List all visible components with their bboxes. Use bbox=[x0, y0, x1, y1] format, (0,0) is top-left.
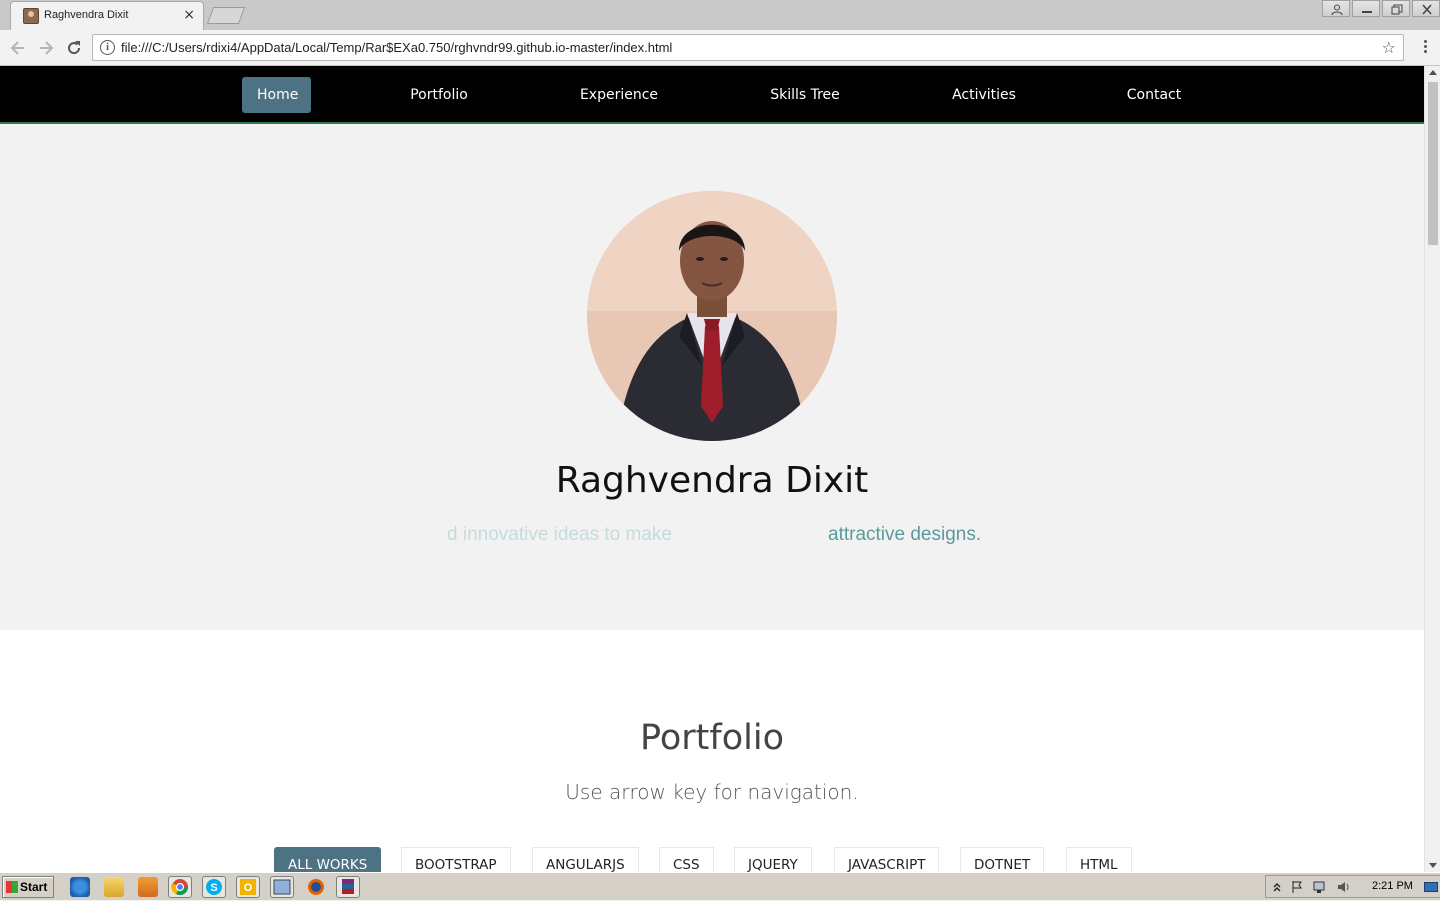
tagline-highlight: attractive designs. bbox=[828, 524, 982, 545]
filter-css[interactable]: CSS bbox=[659, 847, 714, 872]
skype-taskbar-button[interactable]: S bbox=[202, 876, 226, 898]
system-tray: 2:21 PM bbox=[1265, 875, 1440, 898]
browser-toolbar: i file:///C:/Users/rdixi4/AppData/Local/… bbox=[0, 30, 1440, 66]
close-window-button[interactable] bbox=[1412, 0, 1440, 17]
restore-icon bbox=[1391, 4, 1403, 15]
svg-text:S: S bbox=[210, 882, 217, 894]
filter-angularjs[interactable]: ANGULARJS bbox=[532, 847, 639, 872]
action-center-flag-icon[interactable] bbox=[1290, 880, 1304, 894]
scroll-thumb[interactable] bbox=[1428, 82, 1438, 245]
nav-home[interactable]: Home bbox=[242, 77, 311, 113]
chrome-taskbar-button[interactable] bbox=[168, 876, 192, 898]
windows-logo-icon bbox=[6, 881, 18, 893]
chrome-icon bbox=[171, 879, 189, 896]
user-icon bbox=[1331, 4, 1343, 15]
address-bar[interactable]: i file:///C:/Users/rdixi4/AppData/Local/… bbox=[92, 34, 1404, 61]
skype-icon: S bbox=[206, 879, 222, 895]
url-text[interactable]: file:///C:/Users/rdixi4/AppData/Local/Te… bbox=[121, 40, 672, 55]
portfolio-title: Portfolio bbox=[640, 718, 784, 758]
svg-text:O: O bbox=[244, 882, 253, 894]
browser-tab[interactable]: Raghvendra Dixit × bbox=[10, 1, 204, 30]
bookmark-star-icon[interactable]: ☆ bbox=[1382, 38, 1396, 57]
page-scrollbar[interactable] bbox=[1424, 66, 1440, 872]
window-controls bbox=[1320, 0, 1440, 18]
scroll-down-arrow-icon[interactable] bbox=[1429, 863, 1437, 868]
taskbar-clock[interactable]: 2:21 PM bbox=[1372, 880, 1413, 892]
hero-section: Raghvendra Dixit d innovative ideas to m… bbox=[0, 126, 1424, 630]
filter-dotnet[interactable]: DOTNET bbox=[960, 847, 1045, 872]
winrar-icon bbox=[342, 879, 354, 894]
profile-button[interactable] bbox=[1322, 0, 1350, 17]
show-desktop-icon[interactable] bbox=[1424, 882, 1438, 892]
portfolio-section: Portfolio Use arrow key for navigation. … bbox=[0, 630, 1424, 872]
filter-all-works[interactable]: ALL WORKS bbox=[274, 847, 382, 872]
volume-icon[interactable] bbox=[1336, 880, 1352, 894]
tagline-faded: d innovative ideas to make bbox=[447, 524, 672, 545]
hero-name: Raghvendra Dixit bbox=[555, 460, 869, 501]
app-taskbar-button[interactable] bbox=[270, 876, 294, 898]
tab-title: Raghvendra Dixit bbox=[44, 9, 129, 21]
media-player-icon[interactable] bbox=[138, 877, 158, 897]
nav-skills-tree[interactable]: Skills Tree bbox=[760, 77, 850, 113]
portfolio-subtitle: Use arrow key for navigation. bbox=[565, 780, 859, 804]
browser-tab-strip: Raghvendra Dixit × bbox=[0, 0, 1440, 30]
nav-activities[interactable]: Activities bbox=[942, 77, 1026, 113]
firefox-icon[interactable] bbox=[306, 877, 326, 897]
back-arrow-icon[interactable] bbox=[8, 38, 28, 58]
favicon-icon bbox=[23, 8, 39, 24]
nav-contact[interactable]: Contact bbox=[1118, 77, 1190, 113]
filter-jquery[interactable]: JQUERY bbox=[734, 847, 812, 872]
internet-explorer-icon[interactable] bbox=[70, 877, 90, 897]
reload-icon[interactable] bbox=[64, 38, 84, 58]
info-icon[interactable]: i bbox=[100, 40, 115, 55]
start-label: Start bbox=[20, 880, 48, 894]
filter-javascript[interactable]: JAVASCRIPT bbox=[834, 847, 940, 872]
tab-close-button[interactable]: × bbox=[183, 7, 195, 23]
network-icon[interactable] bbox=[1312, 880, 1328, 894]
browser-menu-icon[interactable] bbox=[1424, 40, 1428, 55]
outlook-taskbar-button[interactable]: O bbox=[236, 876, 260, 898]
forward-arrow-icon[interactable] bbox=[36, 38, 56, 58]
minimize-button[interactable] bbox=[1352, 0, 1380, 17]
profile-photo bbox=[587, 191, 837, 441]
show-hidden-icons-icon[interactable] bbox=[1272, 881, 1282, 893]
taskbar: Start S O 2:21 PM bbox=[0, 872, 1440, 900]
nav-experience[interactable]: Experience bbox=[570, 77, 668, 113]
file-explorer-icon[interactable] bbox=[104, 877, 124, 897]
minimize-icon bbox=[1362, 11, 1372, 13]
nav-portfolio[interactable]: Portfolio bbox=[398, 77, 480, 113]
page-viewport: Home Portfolio Experience Skills Tree Ac… bbox=[0, 66, 1424, 872]
restore-button[interactable] bbox=[1382, 0, 1410, 17]
scroll-up-arrow-icon[interactable] bbox=[1429, 70, 1437, 75]
start-button[interactable]: Start bbox=[2, 876, 54, 898]
filter-bootstrap[interactable]: BOOTSTRAP bbox=[401, 847, 511, 872]
site-navbar: Home Portfolio Experience Skills Tree Ac… bbox=[0, 66, 1424, 124]
winrar-taskbar-button[interactable] bbox=[336, 876, 360, 898]
close-icon bbox=[1422, 4, 1432, 15]
app-icon bbox=[273, 879, 291, 895]
filter-html[interactable]: HTML bbox=[1066, 847, 1132, 872]
outlook-icon: O bbox=[240, 879, 256, 895]
new-tab-button[interactable] bbox=[206, 7, 246, 24]
